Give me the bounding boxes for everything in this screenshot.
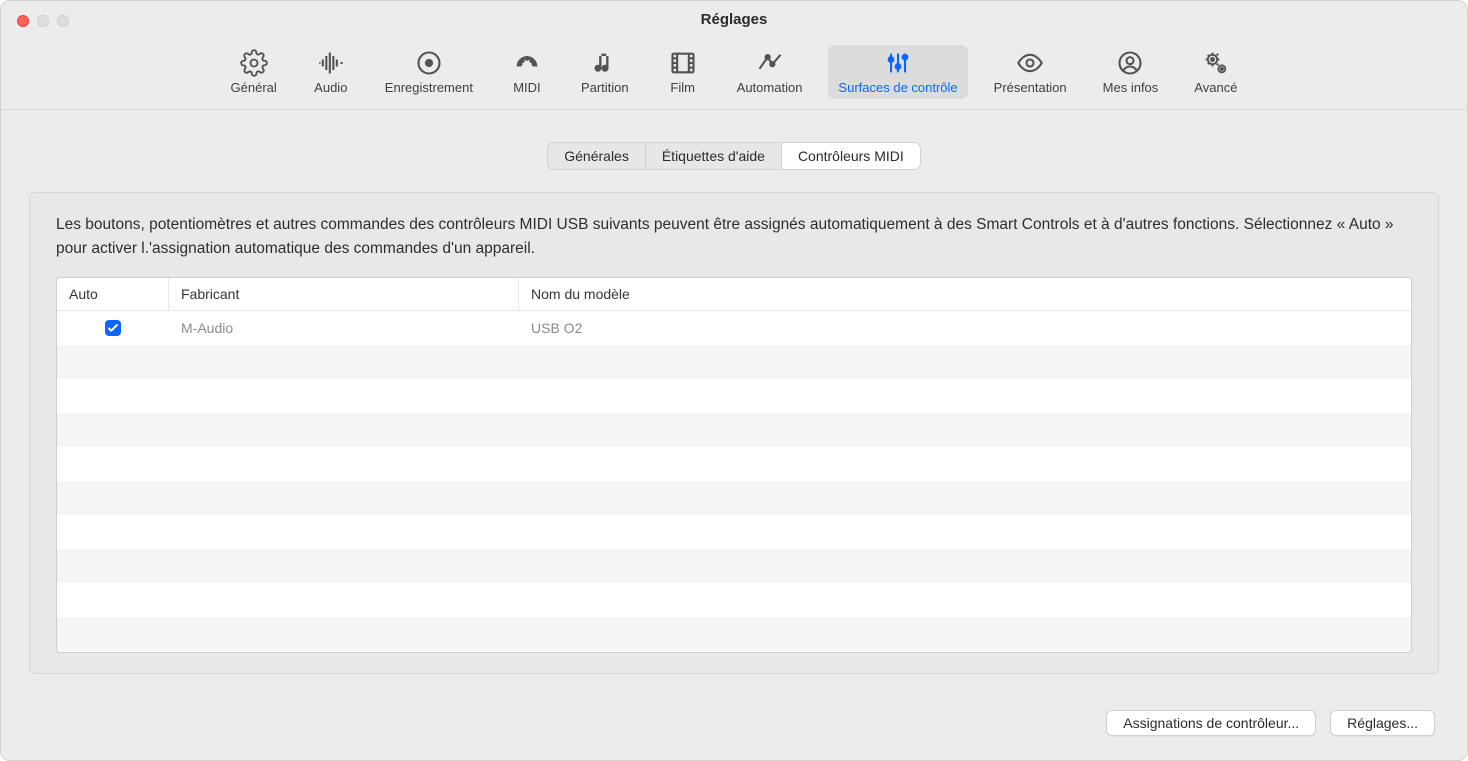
midi-controllers-table: Auto Fabricant Nom du modèle M-Audio USB… <box>56 277 1412 653</box>
film-icon <box>669 49 697 77</box>
controller-assignments-button[interactable]: Assignations de contrôleur... <box>1106 710 1316 736</box>
table-row-empty <box>57 515 1411 549</box>
tab-film[interactable]: Film <box>655 45 711 99</box>
tab-advanced-label: Avancé <box>1194 80 1237 95</box>
column-header-auto[interactable]: Auto <box>57 278 169 310</box>
table-header: Auto Fabricant Nom du modèle <box>57 278 1411 311</box>
titlebar: Réglages <box>1 1 1467 39</box>
subtab-general[interactable]: Générales <box>548 143 646 169</box>
tab-general[interactable]: Général <box>221 45 287 99</box>
column-header-maker[interactable]: Fabricant <box>169 278 519 310</box>
eye-icon <box>1016 49 1044 77</box>
midi-controllers-panel: Les boutons, potentiomètres et autres co… <box>29 192 1439 674</box>
table-row-empty <box>57 379 1411 413</box>
tab-presentation-label: Présentation <box>994 80 1067 95</box>
tab-my-infos[interactable]: Mes infos <box>1093 45 1169 99</box>
footer-buttons: Assignations de contrôleur... Réglages..… <box>29 710 1439 736</box>
table-row-empty <box>57 583 1411 617</box>
tab-audio[interactable]: Audio <box>303 45 359 99</box>
music-note-icon <box>591 49 619 77</box>
table-row-empty <box>57 413 1411 447</box>
table-row-empty <box>57 345 1411 379</box>
tab-midi-label: MIDI <box>513 80 540 95</box>
user-icon <box>1116 49 1144 77</box>
tab-partition[interactable]: Partition <box>571 45 639 99</box>
tab-control-surfaces-label: Surfaces de contrôle <box>838 80 957 95</box>
content-area: Générales Étiquettes d'aide Contrôleurs … <box>1 110 1467 760</box>
tab-recording-label: Enregistrement <box>385 80 473 95</box>
column-header-model[interactable]: Nom du modèle <box>519 278 1411 310</box>
tab-audio-label: Audio <box>314 80 347 95</box>
automation-icon <box>756 49 784 77</box>
cell-maker: M-Audio <box>169 320 519 336</box>
gears-icon <box>1202 49 1230 77</box>
tab-midi[interactable]: MIDI <box>499 45 555 99</box>
subtab-midi-controllers[interactable]: Contrôleurs MIDI <box>782 143 920 169</box>
tab-film-label: Film <box>670 80 695 95</box>
maximize-window-button[interactable] <box>57 15 69 27</box>
midi-icon <box>513 49 541 77</box>
tab-presentation[interactable]: Présentation <box>984 45 1077 99</box>
table-row-empty <box>57 481 1411 515</box>
tab-recording[interactable]: Enregistrement <box>375 45 483 99</box>
table-row-empty <box>57 447 1411 481</box>
tab-automation[interactable]: Automation <box>727 45 813 99</box>
preferences-toolbar: Général Audio Enregistrement MIDI Partit <box>1 39 1467 110</box>
tab-partition-label: Partition <box>581 80 629 95</box>
tab-my-infos-label: Mes infos <box>1103 80 1159 95</box>
settings-window: Réglages Général Audio Enregistrement <box>0 0 1468 761</box>
settings-button[interactable]: Réglages... <box>1330 710 1435 736</box>
cell-model: USB O2 <box>519 320 1411 336</box>
table-row-empty <box>57 549 1411 583</box>
traffic-lights <box>17 15 69 27</box>
sliders-icon <box>884 49 912 77</box>
tab-advanced[interactable]: Avancé <box>1184 45 1247 99</box>
panel-description: Les boutons, potentiomètres et autres co… <box>56 213 1412 261</box>
tab-automation-label: Automation <box>737 80 803 95</box>
tab-control-surfaces[interactable]: Surfaces de contrôle <box>828 45 967 99</box>
close-window-button[interactable] <box>17 15 29 27</box>
table-row[interactable]: M-Audio USB O2 <box>57 311 1411 345</box>
gear-icon <box>240 49 268 77</box>
window-title: Réglages <box>701 11 768 28</box>
minimize-window-button[interactable] <box>37 15 49 27</box>
auto-checkbox[interactable] <box>105 320 121 336</box>
table-body: M-Audio USB O2 <box>57 311 1411 652</box>
waveform-icon <box>317 49 345 77</box>
record-icon <box>415 49 443 77</box>
tab-general-label: Général <box>231 80 277 95</box>
subtab-help-labels[interactable]: Étiquettes d'aide <box>646 143 782 169</box>
table-row-empty <box>57 617 1411 651</box>
subtab-segmented-control: Générales Étiquettes d'aide Contrôleurs … <box>29 142 1439 170</box>
